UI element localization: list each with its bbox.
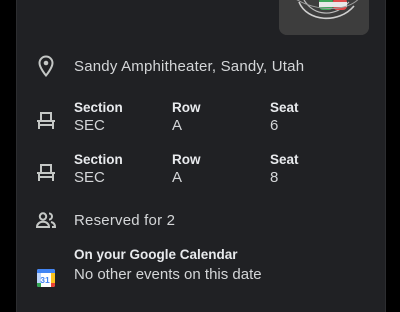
reservation-card: Sandy Amphitheater, Sandy, Utah Section … — [16, 0, 386, 312]
calendar-day-number: 31 — [40, 275, 50, 285]
location-row[interactable]: Sandy Amphitheater, Sandy, Utah — [17, 54, 385, 80]
google-calendar-icon: 31 — [34, 266, 58, 290]
seat-icon — [34, 109, 58, 133]
seat-label: Seat — [270, 100, 299, 115]
calendar-row[interactable]: 31 On your Google Calendar No other even… — [17, 247, 385, 298]
calendar-title: On your Google Calendar — [74, 247, 238, 262]
section-label: Section — [74, 100, 123, 115]
location-text: Sandy Amphitheater, Sandy, Utah — [74, 58, 305, 75]
section-value: SEC — [74, 117, 105, 134]
row-label: Row — [172, 100, 201, 115]
section-label: Section — [74, 152, 123, 167]
section-value: SEC — [74, 169, 105, 186]
seat-value: 6 — [270, 117, 279, 134]
ticket-row-2: Section SEC Row A Seat 8 — [17, 152, 385, 192]
row-value: A — [172, 117, 183, 134]
location-pin-icon — [34, 54, 58, 78]
event-image — [279, 0, 369, 35]
ticket-row-1: Section SEC Row A Seat 6 — [17, 100, 385, 140]
seat-icon — [34, 161, 58, 185]
reservation-row: Reserved for 2 — [17, 208, 385, 234]
calendar-subtitle: No other events on this date — [74, 266, 262, 283]
people-icon — [34, 208, 58, 232]
row-value: A — [172, 169, 183, 186]
seat-label: Seat — [270, 152, 299, 167]
event-thumbnail[interactable] — [279, 0, 369, 35]
row-label: Row — [172, 152, 201, 167]
seat-value: 8 — [270, 169, 279, 186]
reservation-text: Reserved for 2 — [74, 212, 176, 229]
